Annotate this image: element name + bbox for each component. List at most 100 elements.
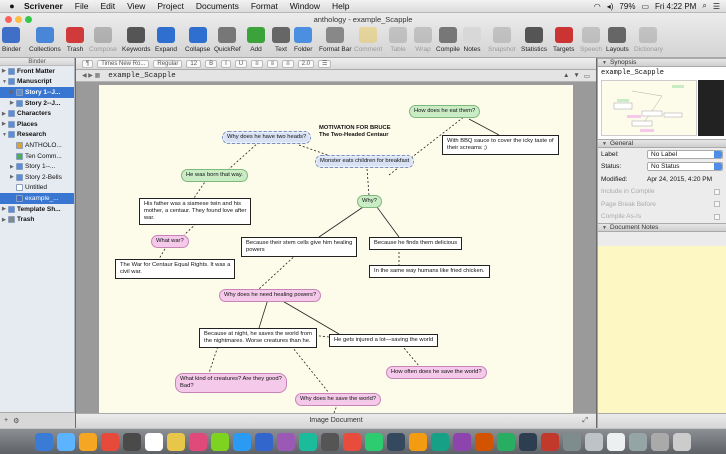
toolbar-snapshot-button[interactable]: Snapshot [488,27,515,57]
binder-item[interactable]: ▼ Research [0,130,74,141]
dock-app-icon[interactable] [57,432,75,451]
mindmap-node-q-save[interactable]: Why does he save the world? [295,393,382,406]
dock-app-icon[interactable] [519,432,537,451]
dock-app-icon[interactable] [123,432,141,451]
font-select[interactable]: Times New Ro... [97,59,150,68]
dock-app-icon[interactable] [673,432,691,451]
mindmap-node-waroncentaur[interactable]: The War for Centaur Equal Rights. It was… [115,259,236,279]
dock-app-icon[interactable] [541,432,559,451]
toolbar-speech-button[interactable]: Speech [580,27,602,57]
dock-app-icon[interactable] [233,432,251,451]
mindmap-node-hurt[interactable]: He gets injured a lot—saving the world [329,334,439,347]
scapple-image-canvas[interactable]: How does he eat them? With BBQ sauce to c… [99,85,573,413]
dock-app-icon[interactable] [629,432,647,451]
mindmap-node-bbq[interactable]: With BBQ sauce to cover the icky taste o… [442,135,559,155]
dock-app-icon[interactable] [409,432,427,451]
notes-section-header[interactable]: ▼ Document Notes [598,223,726,232]
down-arrow-icon[interactable]: ▼ [573,72,579,80]
mindmap-node-delicious[interactable]: Because he finds them delicious [369,237,463,250]
toolbar-binder-button[interactable]: Binder [2,27,21,57]
toolbar-collections-button[interactable]: Collections [29,27,61,57]
binder-item[interactable]: ▶ Trash [0,214,74,225]
menu-window[interactable]: Window [284,1,326,11]
dock-app-icon[interactable] [607,432,625,451]
menu-help[interactable]: Help [326,1,355,11]
mindmap-node-born[interactable]: He was born that way. [181,169,248,182]
toolbar-keywords-button[interactable]: Keywords [122,27,151,57]
dock-app-icon[interactable] [585,432,603,451]
general-section-header[interactable]: ▼ General [598,139,726,148]
menu-edit[interactable]: Edit [94,1,121,11]
mindmap-node-monster[interactable]: Monster eats children for breakfast [315,155,415,168]
binder-item[interactable]: ANTHOLO... [0,140,74,151]
dock-app-icon[interactable] [35,432,53,451]
toolbar-dictionary-button[interactable]: Dictionary [634,27,663,57]
toolbar-comment-button[interactable]: Comment [354,27,382,57]
font-size-select[interactable]: 12 [186,59,202,68]
menu-clock[interactable]: Fri 4:22 PM [655,2,696,11]
add-item-icon[interactable]: + [4,417,8,424]
dock-app-icon[interactable] [167,432,185,451]
dock-app-icon[interactable] [79,432,97,451]
menu-project[interactable]: Project [151,1,189,11]
binder-item[interactable]: ▶ Story 2-Bells [0,172,74,183]
label-select[interactable]: No Label [647,149,723,159]
font-style-select[interactable]: Regular [153,59,183,68]
mindmap-node-why[interactable]: Why? [357,195,382,208]
mindmap-node-q-eat[interactable]: How does he eat them? [409,105,481,118]
align-left-button[interactable]: ≡ [251,59,263,68]
status-select[interactable]: No Status [647,162,723,172]
dock-app-icon[interactable] [101,432,119,451]
mindmap-node-stemcells[interactable]: Because their stem cells give him healin… [241,237,358,257]
volume-icon[interactable]: ◂) [607,2,614,11]
page-break-checkbox[interactable] [714,201,720,208]
mindmap-node-q-often[interactable]: How often does he save the world? [386,366,487,379]
italic-button[interactable]: I [221,59,231,68]
binder-item[interactable]: ▶ Story 2--J... [0,98,74,109]
toolbar-add-button[interactable]: Add [247,27,265,57]
spotlight-icon[interactable]: ⌕ [702,1,706,11]
include-compile-checkbox[interactable] [714,188,720,195]
toolbar-targets-button[interactable]: Targets [553,27,574,57]
align-right-button[interactable]: ≡ [282,59,294,68]
dock-app-icon[interactable] [343,432,361,451]
binder-item[interactable]: ▼ Manuscript [0,77,74,88]
menu-format[interactable]: Format [245,1,284,11]
split-editor-icon[interactable]: ▭ [584,72,590,80]
menu-app-name[interactable]: Scrivener [18,1,69,11]
mindmap-node-whatwar[interactable]: What war? [151,235,189,248]
dock-app-icon[interactable] [211,432,229,451]
binder-item[interactable]: Untitled [0,183,74,194]
align-center-button[interactable]: ≡ [266,59,279,68]
mindmap-node-friedchicken[interactable]: In the same way humans like fried chicke… [369,265,490,278]
notification-center-icon[interactable]: ☰ [713,2,720,11]
history-nav-icon[interactable]: ◀ ▶ ▦ [82,72,100,79]
up-arrow-icon[interactable]: ▲ [563,72,569,80]
dock-app-icon[interactable] [277,432,295,451]
binder-item[interactable]: ▶ Front Matter [0,66,74,77]
toolbar-trash-button[interactable]: Trash [66,27,84,57]
toolbar-compile-button[interactable]: Compile [436,27,460,57]
dock-app-icon[interactable] [299,432,317,451]
menu-file[interactable]: File [69,1,95,11]
toolbar-quickref-button[interactable]: QuickRef [214,27,241,57]
wifi-icon[interactable]: ◠ [594,2,601,11]
list-button[interactable]: ☰ [317,59,332,68]
toolbar-folder-button[interactable]: Folder [294,27,312,57]
line-spacing-select[interactable]: 2.0 [297,59,314,68]
dock-app-icon[interactable] [431,432,449,451]
mindmap-node-night[interactable]: Because at night, he saves the world fro… [199,328,317,348]
toolbar-table-button[interactable]: Table [389,27,407,57]
dock-app-icon[interactable] [189,432,207,451]
fullscreen-icon[interactable]: ⤢ [582,414,588,428]
toolbar-layouts-button[interactable]: Layouts [606,27,629,57]
dock-app-icon[interactable] [255,432,273,451]
dock-app-icon[interactable] [321,432,339,451]
dock-app-icon[interactable] [563,432,581,451]
toolbar-notes-button[interactable]: Notes [463,27,481,57]
dock-app-icon[interactable] [387,432,405,451]
dock-app-icon[interactable] [453,432,471,451]
binder-item[interactable]: ▶ Characters [0,108,74,119]
menu-documents[interactable]: Documents [190,1,245,11]
mindmap-node-q-healing[interactable]: Why does he need healing powers? [219,289,322,302]
